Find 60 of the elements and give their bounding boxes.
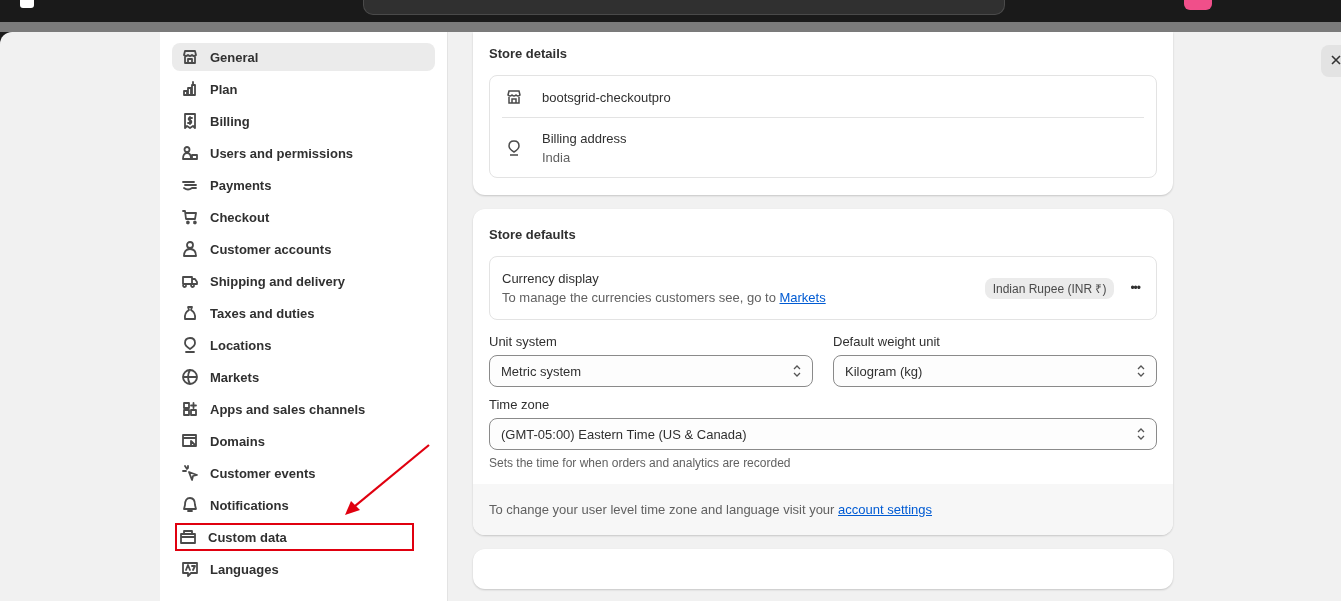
store-icon [506,89,522,105]
bag-icon [182,305,198,321]
sidebar-item[interactable]: Taxes and duties [172,299,435,327]
billing-value: India [542,150,572,165]
sidebar-item[interactable]: Customer accounts [172,235,435,263]
footer-text: To change your user level time zone and language visit your account settings [489,502,932,517]
timezone-label: Time zone [489,397,551,412]
pin-icon [182,337,198,353]
timezone-select[interactable]: (GMT-05:00) Eastern Time (US & Canada) [489,418,1157,450]
billing-label: Billing address [542,131,627,146]
search-field[interactable] [363,0,1005,15]
chevron-updown-icon [792,364,802,378]
receipt-icon [182,113,198,129]
sidebar-item[interactable]: Billing [172,107,435,135]
truck-icon [182,273,198,289]
sidebar-item[interactable]: Notifications [172,491,435,519]
globe-icon [182,369,198,385]
unit-select[interactable]: Metric system [489,355,813,387]
store-name: bootsgrid-checkoutpro [542,89,671,105]
sidebar-item[interactable]: Payments [172,171,435,199]
currency-badge: Indian Rupee (INR ₹) [984,277,1115,299]
weight-select[interactable]: Kilogram (kg) [833,355,1157,387]
avatar-icon[interactable] [1184,0,1212,10]
bell-icon [182,497,198,513]
sidebar-item[interactable]: Shipping and delivery [172,267,435,295]
markets-link[interactable]: Markets [779,290,826,305]
sidebar-item[interactable]: Apps and sales channels [172,395,435,423]
chevron-updown-icon [1136,427,1146,441]
people-icon [182,145,198,161]
sidebar-item[interactable]: Customer events [172,459,435,487]
more-button[interactable]: ••• [1126,281,1144,295]
unit-label: Unit system [489,334,558,349]
cart-icon [182,209,198,225]
card-title: Store defaults [489,227,577,242]
sidebar-item[interactable]: Markets [172,363,435,391]
sidebar-item[interactable]: Languages [172,555,435,583]
chevron-updown-icon [1136,364,1146,378]
sidebar-item[interactable]: Custom data [175,523,414,551]
translate-icon [182,561,198,577]
cursor-icon [182,465,198,481]
sidebar-item[interactable]: Users and permissions [172,139,435,167]
person-icon [182,241,198,257]
currency-title: Currency display [502,271,600,286]
pin-icon [506,140,522,156]
card-title: Store details [489,46,569,61]
sidebar-item[interactable]: Checkout [172,203,435,231]
sidebar-item[interactable]: Locations [172,331,435,359]
sidebar-item[interactable]: Plan [172,75,435,103]
sidebar-item[interactable]: Domains [172,427,435,455]
window-icon [182,433,198,449]
close-icon [1330,53,1341,66]
weight-label: Default weight unit [833,334,941,349]
account-settings-link[interactable]: account settings [838,502,932,517]
timezone-help: Sets the time for when orders and analytics are recorded [489,456,792,470]
currency-text: To manage the currencies customers see, go to Markets [502,290,827,305]
bar-chart-icon [182,81,198,97]
store-icon [182,49,198,65]
box-icon [180,529,196,545]
grid-icon [182,401,198,417]
sidebar-item[interactable]: General [172,43,435,71]
